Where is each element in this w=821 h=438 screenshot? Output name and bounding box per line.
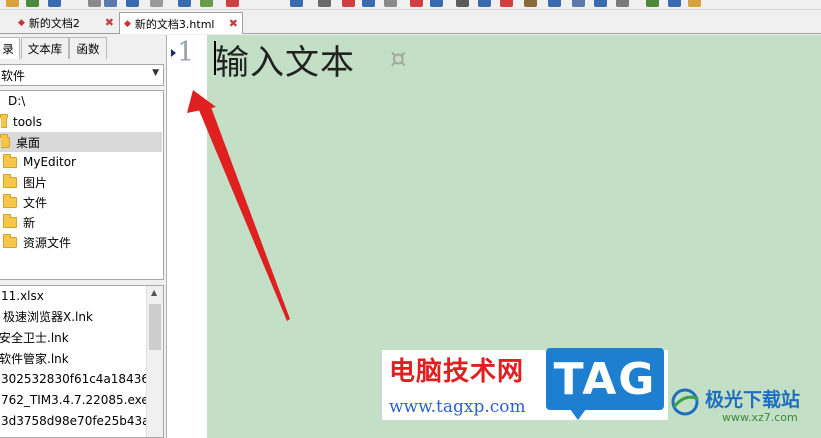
- arrow-shaft: [196, 103, 290, 321]
- list-item[interactable]: 极速浏览器X.lnk: [3, 306, 93, 326]
- folder-icon: [0, 133, 10, 148]
- toolbar-icon[interactable]: [126, 0, 139, 7]
- toolbar-icon[interactable]: [26, 0, 39, 7]
- tree-node-drive[interactable]: D:\: [0, 91, 162, 111]
- tree-node-tools[interactable]: tools: [0, 112, 162, 132]
- toolbar-icon[interactable]: [430, 0, 443, 7]
- end-of-line-icon: ¤: [390, 44, 407, 74]
- tree-node-label: 文件: [23, 195, 48, 210]
- toolbar-icon[interactable]: [688, 0, 701, 7]
- tree-node-pictures[interactable]: 图片: [0, 172, 162, 192]
- list-item[interactable]: 3d3758d98e70fe25b43a0: [1, 411, 157, 431]
- chevron-down-icon[interactable]: ▼: [152, 68, 159, 78]
- list-item[interactable]: 762_TIM3.4.7.22085.exe: [1, 390, 149, 410]
- document-tab-bar: ◆ 新的文档2 ✖ ◆ 新的文档3.html ✖: [0, 10, 821, 34]
- scrollbar-thumb[interactable]: [149, 304, 161, 350]
- toolbar-icon[interactable]: [48, 0, 61, 7]
- watermark-tag-logo: TAG: [546, 348, 664, 420]
- toolbar-icon[interactable]: [456, 0, 469, 7]
- red-arrow-annotation: [187, 90, 290, 321]
- tree-node-desktop[interactable]: 桌面: [0, 132, 162, 152]
- toolbar-icon[interactable]: [500, 0, 513, 7]
- modified-dot-icon: ◆: [18, 17, 25, 28]
- tree-node-label: D:\: [8, 94, 26, 108]
- watermark-url: www.tagxp.com: [389, 397, 526, 417]
- tree-node-label: 新: [23, 215, 36, 230]
- toolbar-icon[interactable]: [524, 0, 537, 7]
- tab-label: 新的文档3.html: [134, 17, 215, 31]
- folder-dropdown[interactable]: 软件 ▼: [0, 64, 164, 86]
- watermark-site-url: www.xz7.com: [722, 411, 798, 424]
- toolbar-icon[interactable]: [410, 0, 423, 7]
- toolbar-icon[interactable]: [318, 0, 331, 7]
- tree-node-resources[interactable]: 资源文件: [0, 232, 162, 252]
- tab-close-icon[interactable]: ✖: [229, 17, 238, 30]
- panel-tabs: 录 文本库 函数: [0, 37, 166, 59]
- toolbar-icon[interactable]: [362, 0, 375, 7]
- toolbar-icon[interactable]: [384, 0, 397, 7]
- folder-icon: [3, 193, 17, 208]
- list-item[interactable]: 302532830f61c4a1843616: [1, 369, 163, 389]
- tab-label: 新的文档2: [28, 16, 80, 30]
- toolbar-icon[interactable]: [150, 0, 163, 7]
- toolbar-icon[interactable]: [226, 0, 239, 7]
- tree-node-new[interactable]: 新: [0, 212, 162, 232]
- toolbar-icon[interactable]: [668, 0, 681, 7]
- toolbar-icon[interactable]: [594, 0, 607, 7]
- toolbar-icon[interactable]: [548, 0, 561, 7]
- tab-close-icon[interactable]: ✖: [105, 16, 114, 29]
- tree-node-label: 桌面: [16, 135, 41, 150]
- tree-node-files[interactable]: 文件: [0, 192, 162, 212]
- tree-node-label: 图片: [23, 175, 48, 190]
- toolbar-icon[interactable]: [6, 0, 19, 7]
- toolbar-icon[interactable]: [478, 0, 491, 7]
- tab-directory[interactable]: 录: [0, 37, 20, 59]
- app-window: ◆ 新的文档2 ✖ ◆ 新的文档3.html ✖ 录 文本库 函数 软件 ▼ D…: [0, 0, 821, 438]
- toolbar-icon[interactable]: [646, 0, 659, 7]
- folder-icon: [3, 213, 17, 228]
- toolbar-icon[interactable]: [88, 0, 101, 7]
- watermark-site-title: 极光下载站: [705, 389, 801, 411]
- main-toolbar: [0, 0, 821, 10]
- modified-dot-icon: ◆: [124, 18, 131, 29]
- toolbar-icon[interactable]: [616, 0, 629, 7]
- list-item[interactable]: 安全卫士.lnk: [0, 327, 69, 347]
- folder-icon: [3, 173, 17, 188]
- folder-dropdown-value: 软件: [1, 68, 26, 83]
- aurora-logo-icon: [671, 388, 699, 416]
- tab-document-3[interactable]: ◆ 新的文档3.html ✖: [119, 12, 243, 34]
- tab-text-library[interactable]: 文本库: [21, 37, 69, 59]
- toolbar-icon[interactable]: [178, 0, 191, 7]
- tree-node-myeditor[interactable]: MyEditor: [0, 152, 162, 172]
- list-item[interactable]: 软件管家.lnk: [0, 348, 69, 368]
- toolbar-icon[interactable]: [572, 0, 585, 7]
- toolbar-icon[interactable]: [200, 0, 213, 7]
- tree-node-label: 资源文件: [23, 235, 72, 250]
- tab-document-2[interactable]: ◆ 新的文档2 ✖: [14, 12, 118, 33]
- file-list: 11.xlsx 极速浏览器X.lnk 安全卫士.lnk 软件管家.lnk 302…: [0, 285, 164, 438]
- tree-node-label: MyEditor: [23, 155, 76, 169]
- tab-functions[interactable]: 函数: [69, 37, 107, 59]
- file-list-scrollbar[interactable]: ▲: [146, 286, 163, 437]
- list-item[interactable]: 11.xlsx: [1, 286, 44, 306]
- folder-icon: [3, 233, 17, 248]
- folder-icon: [3, 153, 17, 168]
- toolbar-icon[interactable]: [104, 0, 117, 7]
- watermark-title: 电脑技术网: [389, 357, 525, 387]
- toolbar-icon[interactable]: [290, 0, 303, 7]
- toolbar-icon[interactable]: [342, 0, 355, 7]
- folder-tree: D:\ tools 桌面 MyEditor 图片 文件 新 资源文件: [0, 90, 164, 280]
- tree-node-label: tools: [13, 115, 42, 129]
- scroll-up-icon[interactable]: ▲: [151, 288, 157, 297]
- folder-icon: [0, 113, 8, 128]
- file-panel: 录 文本库 函数 软件 ▼ D:\ tools 桌面 MyEditor 图片 文…: [0, 35, 166, 438]
